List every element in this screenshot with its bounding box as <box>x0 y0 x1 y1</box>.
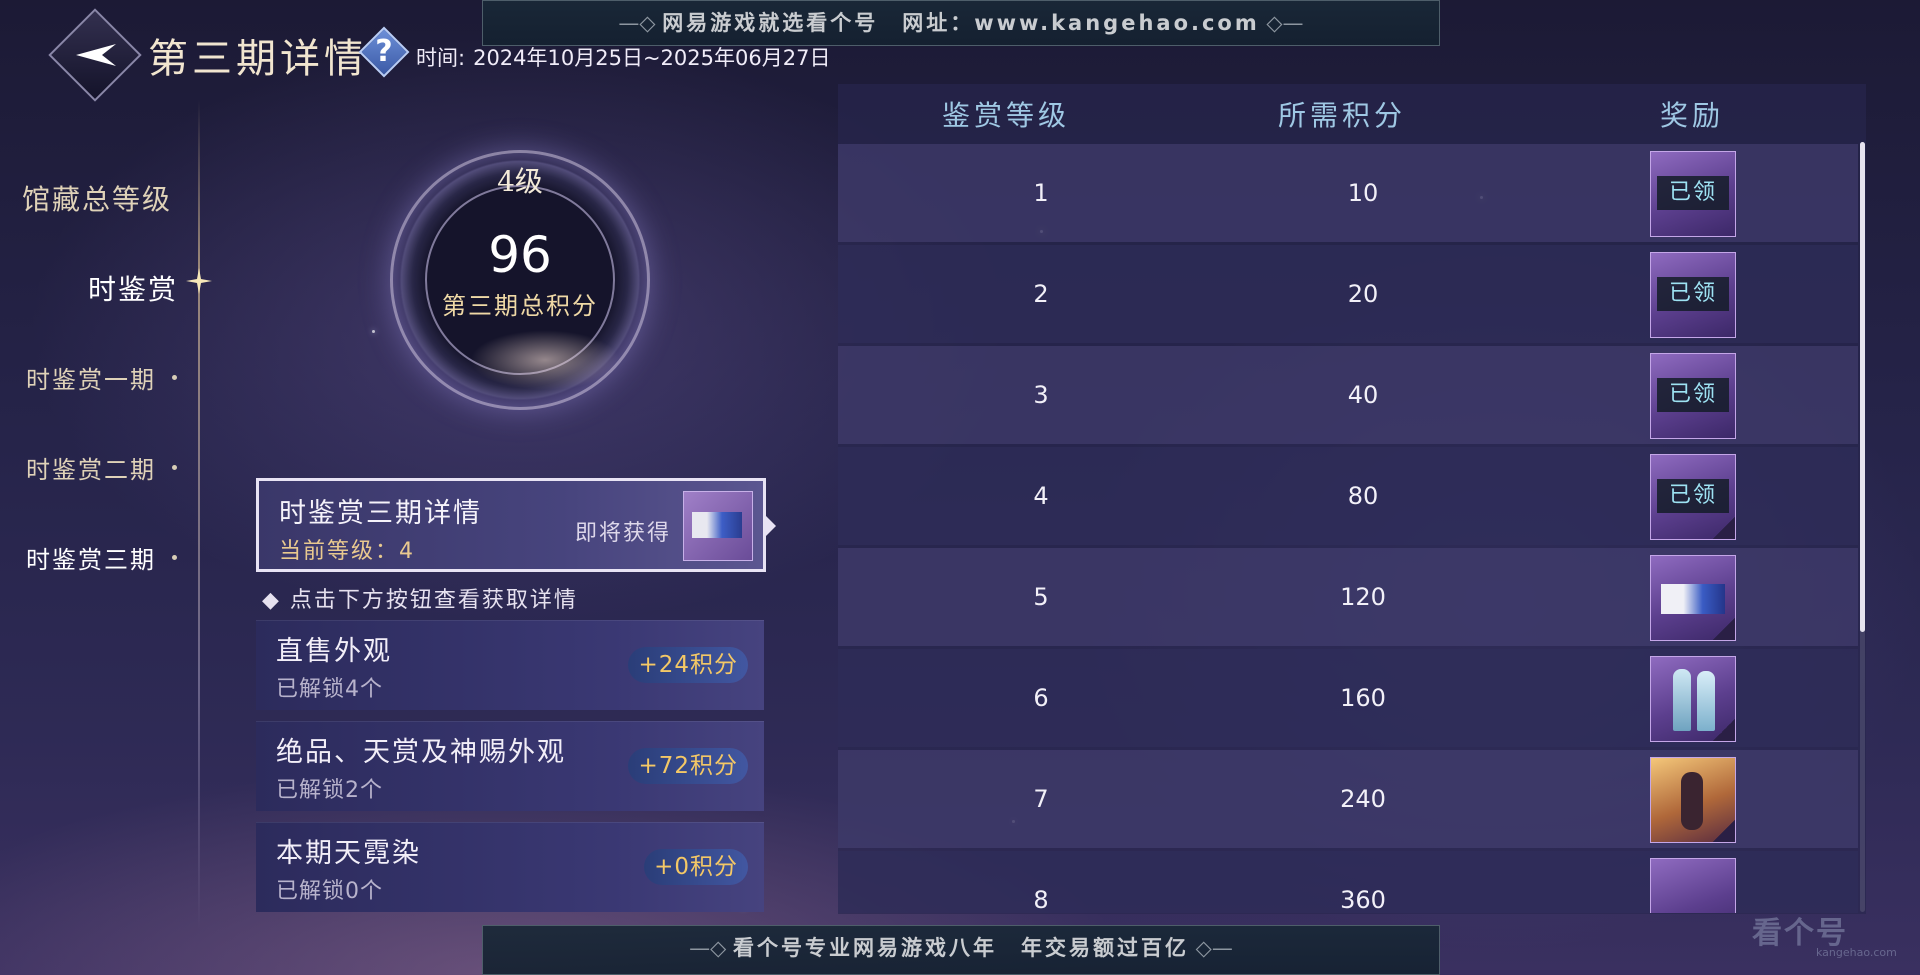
table-row: 7 240 <box>838 750 1858 848</box>
period-detail-card[interactable]: 时鉴赏三期详情 当前等级：4 即将获得 <box>256 478 766 572</box>
reward-item[interactable]: 已领 <box>1650 252 1736 338</box>
claimed-label: 已领 <box>1657 277 1729 311</box>
source-title: 直售外观 <box>276 636 392 667</box>
nav-item-period-1[interactable]: 时鉴赏一期 <box>26 360 156 395</box>
source-title: 本期天霓染 <box>276 838 421 869</box>
header-points: 所需积分 <box>1278 99 1407 132</box>
table-row: 5 120 <box>838 548 1858 646</box>
upcoming-label: 即将获得 <box>575 521 672 546</box>
page-title: 第三期详情 <box>148 36 368 82</box>
source-card-direct-sale[interactable]: 直售外观 已解锁4个 +24积分 <box>256 620 764 710</box>
table-row: 6 160 <box>838 649 1858 747</box>
row-level: 7 <box>1033 785 1049 813</box>
ring-level: 4级 <box>497 165 543 198</box>
source-unlocked: 已解锁2个 <box>276 778 383 803</box>
total-score: 96 <box>488 226 552 284</box>
row-points: 360 <box>1340 886 1386 913</box>
row-level: 8 <box>1033 886 1049 913</box>
reward-item[interactable]: 已领 <box>1650 353 1736 439</box>
selected-star-icon <box>186 268 212 294</box>
detail-title: 时鉴赏三期详情 <box>279 498 482 529</box>
watermark-url: kangehao.com <box>1816 946 1897 959</box>
hint-text: ◆ 点击下方按钮查看获取详情 <box>262 588 578 613</box>
nav-dot <box>172 555 177 560</box>
reward-item[interactable] <box>1650 757 1736 843</box>
row-points: 10 <box>1347 179 1379 207</box>
nav-item-collection-level[interactable]: 馆藏总等级 <box>22 178 172 218</box>
nav-item-appreciation[interactable]: 时鉴赏 <box>88 268 178 308</box>
source-card-premium[interactable]: 绝品、天赏及神赐外观 已解锁2个 +72积分 <box>256 721 764 811</box>
table-row: 1 10 已领 <box>838 144 1858 242</box>
table-row: 8 360 <box>838 851 1858 913</box>
nav-item-period-3[interactable]: 时鉴赏三期 <box>26 540 156 575</box>
source-points-badge: +72积分 <box>628 748 748 784</box>
nav-divider <box>198 100 200 930</box>
table-row: 2 20 已领 <box>838 245 1858 343</box>
source-title: 绝品、天赏及神赐外观 <box>276 737 566 768</box>
row-level: 6 <box>1033 684 1049 712</box>
source-points-badge: +0积分 <box>644 849 748 885</box>
row-level: 2 <box>1033 280 1049 308</box>
claimed-label: 已领 <box>1657 479 1729 513</box>
row-points: 40 <box>1347 381 1379 409</box>
current-level: 当前等级：4 <box>279 539 415 564</box>
header-level: 鉴赏等级 <box>942 99 1071 132</box>
claimed-label: 已领 <box>1657 176 1729 210</box>
reward-item[interactable] <box>1650 555 1736 641</box>
reward-item[interactable]: 已领 <box>1650 454 1736 540</box>
row-points: 120 <box>1340 583 1386 611</box>
row-level: 1 <box>1033 179 1049 207</box>
source-points-badge: +24积分 <box>628 647 748 683</box>
time-range: 时间: 2024年10月25日~2025年06月27日 <box>416 46 831 70</box>
question-mark: ? <box>375 34 393 69</box>
reward-item[interactable] <box>1650 656 1736 742</box>
source-card-dye[interactable]: 本期天霓染 已解锁0个 +0积分 <box>256 822 764 912</box>
scrollbar-thumb[interactable] <box>1860 142 1865 632</box>
claimed-label: 已领 <box>1657 378 1729 412</box>
nav-dot <box>172 375 177 380</box>
top-banner: —◇ 网易游戏就选看个号 网址：www.kangehao.com ◇— <box>482 0 1440 46</box>
table-row: 4 80 已领 <box>838 447 1858 545</box>
back-arrow-icon <box>76 44 116 66</box>
star-decoration <box>372 330 375 333</box>
header-reward: 奖励 <box>1660 99 1725 132</box>
bottom-banner: —◇ 看个号专业网易游戏八年 年交易额过百亿 ◇— <box>482 925 1440 975</box>
row-level: 5 <box>1033 583 1049 611</box>
upcoming-reward-thumbnail <box>683 491 753 561</box>
nav-dot <box>172 465 177 470</box>
row-level: 4 <box>1033 482 1049 510</box>
ring-glow <box>470 330 620 390</box>
row-points: 160 <box>1340 684 1386 712</box>
source-unlocked: 已解锁4个 <box>276 677 383 702</box>
row-level: 3 <box>1033 381 1049 409</box>
detail-pointer <box>766 516 776 536</box>
row-points: 80 <box>1347 482 1379 510</box>
row-points: 240 <box>1340 785 1386 813</box>
row-points: 20 <box>1347 280 1379 308</box>
table-row: 3 40 已领 <box>838 346 1858 444</box>
reward-item[interactable] <box>1650 858 1736 913</box>
source-unlocked: 已解锁0个 <box>276 879 383 904</box>
total-score-label: 第三期总积分 <box>442 292 598 320</box>
reward-item[interactable]: 已领 <box>1650 151 1736 237</box>
nav-item-period-2[interactable]: 时鉴赏二期 <box>26 450 156 485</box>
